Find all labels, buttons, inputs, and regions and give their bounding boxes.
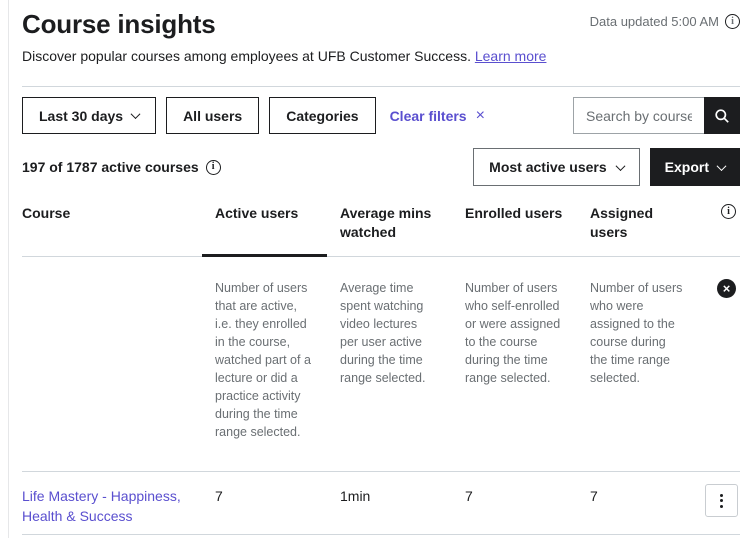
course-cell: Life Mastery - Happiness, Health & Succe… — [22, 484, 202, 526]
row-actions — [702, 484, 740, 526]
row-menu-button[interactable] — [705, 484, 738, 517]
subtitle-text: Discover popular courses among employees… — [22, 48, 471, 64]
definitions-actions — [702, 279, 740, 441]
learn-more-link[interactable]: Learn more — [475, 48, 547, 64]
definition-average-mins-watched: Average time spent watching video lectur… — [327, 279, 452, 441]
sort-label: Most active users — [489, 159, 607, 175]
page-title: Course insights — [22, 8, 215, 40]
filter-section: Last 30 days All users Categories Clear … — [22, 86, 740, 186]
course-insights-page: Course insights Data updated 5:00 AM Dis… — [0, 0, 750, 538]
column-header-course[interactable]: Course — [22, 196, 202, 257]
date-range-label: Last 30 days — [39, 108, 123, 124]
export-button[interactable]: Export — [650, 148, 740, 186]
summary-actions: Most active users Export — [473, 148, 740, 186]
page-header: Course insights Data updated 5:00 AM — [22, 8, 740, 40]
filter-bar: Last 30 days All users Categories Clear … — [22, 97, 740, 134]
course-search — [573, 97, 740, 134]
export-label: Export — [665, 159, 709, 175]
definition-active-users: Number of users that are active, i.e. th… — [202, 279, 327, 441]
users-filter-label: All users — [183, 108, 242, 124]
chevron-down-icon — [131, 109, 141, 119]
search-input[interactable] — [573, 97, 704, 134]
column-header-average-mins-watched[interactable]: Average mins watched — [327, 196, 452, 257]
chevron-down-icon — [717, 161, 727, 171]
clear-filters-label: Clear filters — [390, 108, 467, 124]
definition-enrolled-users: Number of users who self-enrolled or wer… — [452, 279, 577, 441]
data-updated-text: Data updated 5:00 AM — [590, 14, 719, 29]
courses-table: Course Active users Average mins watched… — [22, 196, 740, 538]
active-users-value: 7 — [202, 484, 327, 526]
summary-row: 197 of 1787 active courses Most active u… — [22, 148, 740, 186]
avg-mins-value: 1min — [327, 484, 452, 526]
info-icon[interactable] — [725, 14, 740, 29]
search-icon — [714, 108, 730, 124]
info-icon[interactable] — [206, 160, 221, 175]
info-icon[interactable] — [721, 204, 736, 219]
close-icon: × — [476, 108, 485, 124]
definition-assigned-users: Number of users who were assigned to the… — [577, 279, 702, 441]
course-link[interactable]: Life Mastery - Happiness, Health & Succe… — [22, 488, 181, 524]
dismiss-definitions-button[interactable] — [717, 279, 736, 298]
table-row: Life Mastery - Happiness, Health & Succe… — [22, 472, 740, 535]
assigned-users-value: 7 — [577, 484, 702, 526]
users-filter-button[interactable]: All users — [166, 97, 259, 134]
kebab-icon — [720, 494, 723, 497]
data-updated-status: Data updated 5:00 AM — [590, 14, 740, 29]
definition-spacer — [22, 279, 202, 441]
sort-dropdown-button[interactable]: Most active users — [473, 148, 640, 186]
categories-filter-button[interactable]: Categories — [269, 97, 375, 134]
page-subtitle: Discover popular courses among employees… — [22, 46, 740, 66]
date-range-filter-button[interactable]: Last 30 days — [22, 97, 156, 134]
enrolled-users-value: 7 — [452, 484, 577, 526]
column-header-enrolled-users[interactable]: Enrolled users — [452, 196, 577, 257]
search-button[interactable] — [704, 97, 740, 134]
count-text: 197 of 1787 active courses — [22, 159, 199, 175]
column-header-active-users[interactable]: Active users — [202, 196, 327, 257]
table-header-row: Course Active users Average mins watched… — [22, 196, 740, 257]
categories-filter-label: Categories — [286, 108, 358, 124]
column-definitions-row: Number of users that are active, i.e. th… — [22, 257, 740, 472]
chevron-down-icon — [615, 161, 625, 171]
active-courses-count: 197 of 1787 active courses — [22, 159, 221, 175]
column-header-assigned-users[interactable]: Assigned users — [577, 196, 702, 257]
clear-filters-button[interactable]: Clear filters × — [390, 108, 485, 124]
table-header-actions — [702, 196, 740, 257]
